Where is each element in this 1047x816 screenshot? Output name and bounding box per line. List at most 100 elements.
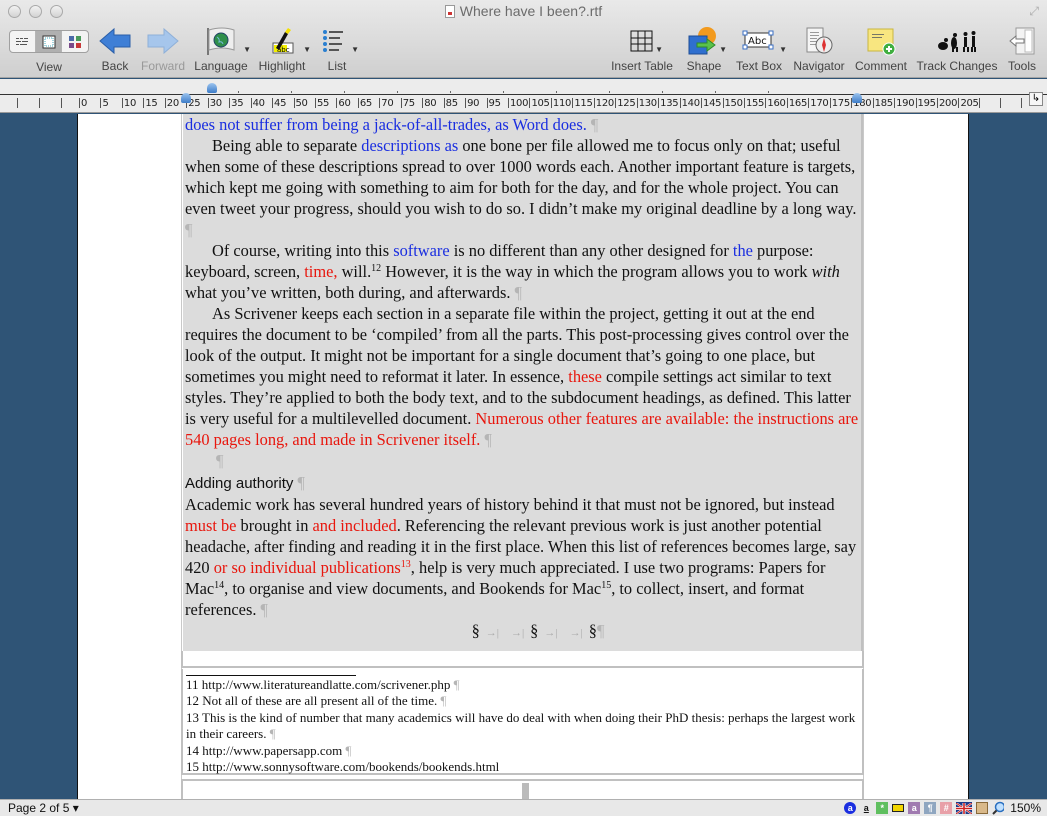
ruler-default-tab [291,91,292,93]
footnote-item: 15 http://www.sonnysoftware.com/bookends… [186,759,862,775]
empty-paragraph: ¶ [185,450,861,471]
tab-stop-marker[interactable] [207,83,217,93]
ruler-label: 105 [531,98,550,109]
grid-icon[interactable]: # [940,802,953,814]
next-page-header[interactable] [181,779,864,801]
tab-mark: →| [510,627,525,639]
ruler-tick [61,98,62,108]
right-indent-marker[interactable] [852,93,862,103]
page-indicator-text: Page 2 of 5 [8,801,70,815]
ruler-label: 65 [359,98,372,109]
pilcrow-mark: ¶ [345,742,352,758]
page-layout-view-button[interactable] [36,31,62,52]
footnote-rule [186,675,356,676]
page-indicator-button[interactable]: Page 2 of 5 ▾ [8,801,79,815]
blue-circle-a-icon[interactable]: a [844,802,857,814]
ruler-tick [958,98,960,108]
highlighter-icon: abc [272,28,294,54]
pilcrow-mark: ¶ [453,677,460,692]
magnifier-icon[interactable] [992,801,1005,815]
ruler-label: 115 [574,98,593,109]
list-dropdown-caret: ▼ [351,45,359,54]
ruler-label: 140 [681,98,700,109]
footnote-item: 14 http://www.papersapp.com ¶ [186,743,862,759]
ruler-tick [443,98,445,108]
underline-a-icon[interactable]: a [860,802,872,814]
comment-label: Comment [854,59,907,73]
back-button[interactable]: Back [94,26,136,73]
ruler-tick [808,98,810,108]
ruler-tick [357,98,359,108]
view-label: View [36,60,62,74]
shape-button[interactable]: ▼ Shape [684,26,727,73]
ruler-tick [786,98,788,108]
view-segmented-control[interactable] [9,30,89,53]
ruler-tick [915,98,917,108]
ruler-label: 165 [788,98,808,109]
footnote-ref-12[interactable]: 12 [371,263,381,274]
pilcrow-mark: ¶ [484,430,492,449]
ruler-default-tab [609,91,610,93]
view-control: View [9,26,89,74]
text-run: brought in [236,516,313,535]
ruler-tick [722,98,724,108]
section-mark: § [530,621,539,640]
list-button[interactable]: ▼ List [318,26,359,73]
blue-text-run: the [732,241,753,260]
ruler[interactable]: 0 5 10 15 20 25 30 35 40 45 50 55 60 65 70 75 80 85 90 95 10… [0,79,1047,113]
ruler-tick [100,98,102,108]
ruler-label: 190 [896,98,915,109]
ruler-label: 20 [166,98,179,109]
ruler-tick [1021,98,1022,108]
forward-button[interactable]: Forward [140,26,186,73]
back-arrow-icon [99,27,131,55]
pilcrow-mark: ¶ [596,621,605,640]
green-asterisk-icon[interactable]: * [876,802,889,814]
comment-button[interactable]: Comment [854,26,908,73]
pilcrow-mark: ¶ [216,451,224,470]
svg-text:Abc: Abc [748,36,767,47]
pilcrow-mark: ¶ [297,473,305,492]
footnote-ref-13[interactable]: 13 [401,559,411,570]
language-label: Language [194,59,248,73]
ruler-options-button[interactable]: ↳ [1029,92,1043,106]
footnotes-area[interactable]: 11 http://www.literatureandlatte.com/scr… [181,669,864,775]
draft-view-button[interactable] [10,31,36,52]
ruler-label: 30 [209,98,222,109]
heading-text: Adding authority [185,475,294,492]
footnote-ref-15[interactable]: 15 [601,580,611,591]
text-box-label: Text Box [735,59,783,73]
language-button[interactable]: ▼ Language [194,26,251,73]
footnote-item: 11 http://www.literatureandlatte.com/scr… [186,677,862,693]
ruler-label: 75 [402,98,415,109]
ruler-label: 5 [102,98,109,109]
text-run: is no different than any other designed … [449,241,733,260]
thumbnail-view-button[interactable] [62,31,88,52]
footnote-number: 11 [186,677,199,692]
purple-a-icon[interactable]: a [908,802,921,814]
section-mark: § [471,621,480,640]
text-box-button[interactable]: Abc ▼ Text Box [734,26,787,73]
ruler-tick [679,98,681,108]
zoom-level[interactable]: 150% [1010,801,1041,815]
paragraph-icon[interactable]: ¶ [924,802,937,814]
ruler-label: 35 [231,98,244,109]
highlight-button[interactable]: abc ▼ Highlight [256,26,311,73]
ruler-label: 95 [488,98,501,109]
ruler-label: 170 [810,98,829,109]
text-run: what you’ve written, both during, and af… [185,283,511,302]
navigator-button[interactable]: Navigator [792,26,846,73]
uk-flag-icon[interactable] [956,802,973,814]
tools-button[interactable]: Tools [1004,26,1040,73]
insert-table-button[interactable]: ▼ Insert Table [609,26,675,73]
track-changes-button[interactable]: Track Changes [916,26,998,73]
clipboard-icon[interactable] [976,802,989,814]
ruler-label: 10 [123,98,137,109]
left-indent-marker[interactable] [181,93,191,103]
tools-label: Tools [1007,59,1036,73]
fullscreen-icon[interactable]: ⤢ [1029,4,1039,19]
document-body-text[interactable]: does not suffer from being a jack-of-all… [183,114,863,651]
ruler-icon[interactable] [892,804,905,812]
footnote-ref-14[interactable]: 14 [214,580,224,591]
ruler-label: 15 [145,98,158,109]
